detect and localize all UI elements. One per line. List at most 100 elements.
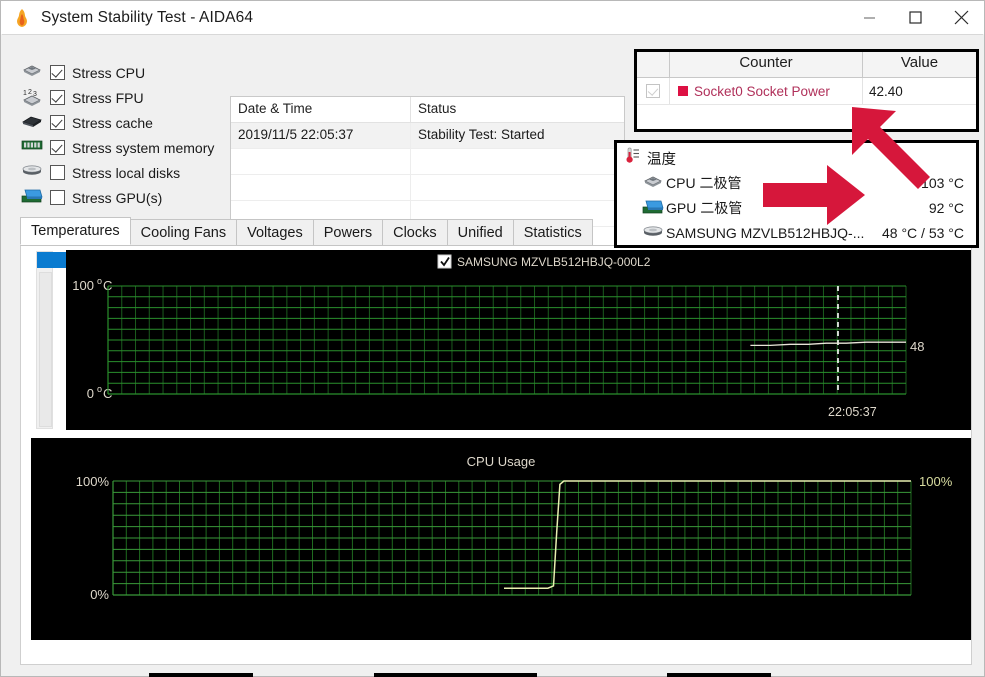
- aida64-flame-icon: [11, 7, 33, 29]
- temperature-sensor-name: CPU 二极管: [666, 174, 742, 191]
- log-cell-datetime: [231, 175, 411, 200]
- stress-option-checkbox[interactable]: [50, 65, 65, 80]
- svg-text:2: 2: [28, 89, 32, 96]
- scrollbar-trough[interactable]: [39, 272, 52, 427]
- tab-unified[interactable]: Unified: [446, 219, 514, 245]
- stress-option-row[interactable]: Stress local disks: [20, 160, 235, 185]
- hard-disk-icon: [20, 163, 46, 183]
- status-value: 00:03:00: [667, 673, 772, 677]
- svg-text:CPU Usage: CPU Usage: [467, 454, 536, 469]
- window-title: System Stability Test - AIDA64: [41, 8, 254, 26]
- stress-option-label: Stress CPU: [72, 64, 146, 81]
- log-cell-status: [411, 175, 624, 200]
- counter-table-row[interactable]: Socket0 Socket Power 42.40: [637, 78, 976, 105]
- cpu-chip-icon: [641, 174, 663, 192]
- cpu-chip-icon: [20, 63, 46, 83]
- temperature-row: GPU 二极管 92 °C: [617, 195, 976, 220]
- temperature-row: CPU 二极管 103 °C: [617, 170, 976, 195]
- svg-text:100: 100: [72, 278, 94, 293]
- stress-option-row[interactable]: Stress system memory: [20, 135, 235, 160]
- memory-module-icon: [20, 138, 46, 158]
- log-table-empty-row[interactable]: [231, 149, 624, 175]
- counter-table-body: Socket0 Socket Power 42.40: [637, 78, 976, 105]
- stress-option-checkbox[interactable]: [50, 90, 65, 105]
- fpu-chip-icon: 123: [20, 88, 46, 108]
- maximize-button[interactable]: [892, 1, 938, 34]
- status-bar: Remaining Battery:AC LineTest Started:20…: [20, 671, 972, 677]
- counter-col-check: [637, 52, 670, 77]
- stress-option-row[interactable]: Stress GPU(s): [20, 185, 235, 210]
- svg-text:1: 1: [23, 90, 27, 97]
- stress-option-label: Stress local disks: [72, 164, 181, 181]
- svg-text:48: 48: [910, 339, 924, 354]
- counter-value-overlay: Counter Value Socket0 Socket Power 42.40: [634, 49, 979, 132]
- temperature-sensor-value: 92 °C: [928, 199, 964, 216]
- stress-option-row[interactable]: Stress cache: [20, 110, 235, 135]
- cpu-usage-chart[interactable]: CPU Usage 100% 0% 100%: [31, 438, 971, 640]
- svg-text:100%: 100%: [76, 474, 110, 489]
- stress-option-checkbox[interactable]: [50, 115, 65, 130]
- log-cell-datetime: 2019/11/5 22:05:37: [231, 123, 411, 148]
- counter-table-header: Counter Value: [637, 52, 976, 78]
- temperature-overlay-title-row: 温度: [617, 146, 976, 170]
- tab-cooling-fans[interactable]: Cooling Fans: [129, 219, 238, 245]
- tab-statistics[interactable]: Statistics: [512, 219, 593, 245]
- series-color-swatch: [678, 86, 688, 96]
- stress-option-checkbox[interactable]: [50, 165, 65, 180]
- stress-options-list: Stress CPU 1 2 3 Stress FPU Stress cache Stres…: [20, 60, 235, 210]
- temperature-overlay-rows: CPU 二极管 103 °C GPU 二极管 92 °C SAMSUNG MZVLB51…: [617, 170, 976, 245]
- log-col-datetime: Date & Time: [231, 97, 411, 122]
- log-cell-datetime: [231, 149, 411, 174]
- aida64-stability-test-window: System Stability Test - AIDA64 Stress CP…: [0, 0, 985, 677]
- hard-disk-icon: [641, 224, 663, 242]
- gpu-card-icon: [20, 188, 46, 208]
- cache-chip-icon: [20, 113, 46, 133]
- status-value: AC Line: [149, 673, 254, 677]
- counter-row-name-cell: Socket0 Socket Power: [670, 78, 863, 104]
- log-table-empty-row[interactable]: [231, 175, 624, 201]
- tab-temperatures[interactable]: Temperatures: [20, 217, 131, 245]
- stress-option-label: Stress FPU: [72, 89, 144, 106]
- log-col-status: Status: [418, 101, 457, 116]
- stress-option-row[interactable]: 1 2 3 Stress FPU: [20, 85, 235, 110]
- status-value: 2019/11/5 22:05:37: [373, 673, 537, 677]
- temperature-sensor-value: 48 °C / 53 °C: [881, 224, 964, 241]
- graph-vertical-scrollbar[interactable]: [36, 251, 73, 429]
- tab-powers[interactable]: Powers: [312, 219, 384, 245]
- svg-text:o: o: [97, 384, 102, 394]
- thermometer-icon: [625, 147, 641, 169]
- counter-row-checkbox[interactable]: [646, 84, 660, 98]
- counter-col-name: Counter: [670, 52, 863, 77]
- log-table-row[interactable]: 2019/11/5 22:05:37 Stability Test: Starte…: [231, 123, 624, 149]
- counter-value: 42.40: [869, 83, 903, 99]
- counter-table-empty-row: [637, 105, 976, 130]
- temperature-readout-overlay: 温度 CPU 二极管 103 °C GPU 二极管 92 °C SAMSUNG MZVL…: [614, 140, 979, 248]
- svg-text:o: o: [97, 276, 102, 286]
- counter-row-checkbox-cell[interactable]: [637, 78, 670, 104]
- gpu-card-icon: [641, 199, 664, 217]
- counter-row-value-cell: 42.40: [863, 78, 976, 104]
- counter-col-value: Value: [900, 54, 939, 71]
- tab-voltages[interactable]: Voltages: [236, 219, 314, 245]
- temperature-row: SAMSUNG MZVLB512HBJQ-... 48 °C / 53 °C: [617, 220, 976, 245]
- counter-name: Socket0 Socket Power: [694, 83, 830, 99]
- stress-option-checkbox[interactable]: [50, 140, 65, 155]
- close-button[interactable]: [938, 1, 984, 34]
- minimize-button[interactable]: [846, 1, 892, 34]
- temperature-sensor-value: 103 °C: [921, 174, 964, 191]
- svg-text:0%: 0%: [90, 587, 109, 602]
- stress-option-label: Stress system memory: [72, 139, 215, 156]
- temperature-sensor-name: GPU 二极管: [666, 199, 743, 216]
- tab-clocks[interactable]: Clocks: [382, 219, 448, 245]
- svg-text:100%: 100%: [919, 474, 953, 489]
- temperature-sensor-name: SAMSUNG MZVLB512HBJQ-...: [666, 224, 865, 241]
- log-cell-status: Stability Test: Started: [418, 127, 545, 142]
- stress-option-checkbox[interactable]: [50, 190, 65, 205]
- temperature-chart[interactable]: SAMSUNG MZVLB512HBJQ-000L2 100 o C 0 o C…: [66, 250, 971, 430]
- stress-option-label: Stress GPU(s): [72, 189, 163, 206]
- log-cell-status: [411, 149, 624, 174]
- svg-text:SAMSUNG MZVLB512HBJQ-000L2: SAMSUNG MZVLB512HBJQ-000L2: [457, 255, 651, 269]
- stress-option-row[interactable]: Stress CPU: [20, 60, 235, 85]
- title-bar: System Stability Test - AIDA64: [1, 1, 984, 34]
- stress-option-label: Stress cache: [72, 114, 153, 131]
